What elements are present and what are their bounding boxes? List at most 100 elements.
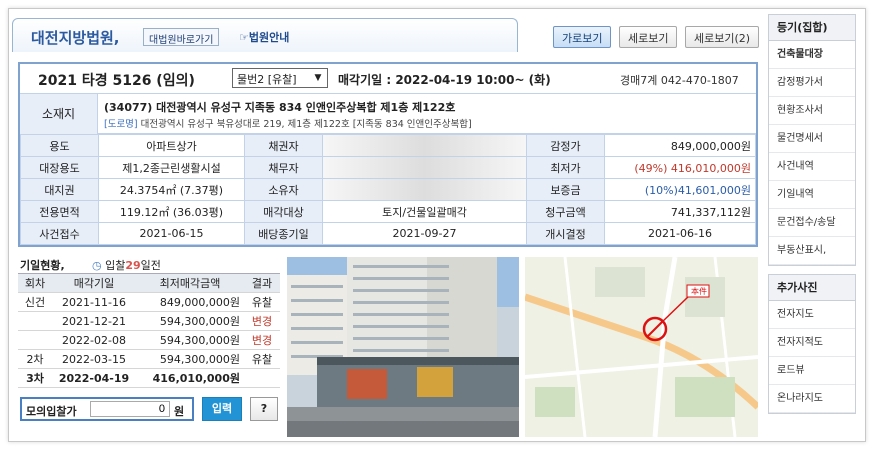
sidebar-item-survey[interactable]: 현황조사서 bbox=[769, 97, 855, 125]
sidebar-item-roadview[interactable]: 로드뷰 bbox=[769, 357, 855, 385]
label-usage: 용도 bbox=[20, 134, 99, 157]
amount: 849,000,000원 bbox=[136, 292, 244, 312]
location-map[interactable]: 本件 bbox=[525, 257, 758, 437]
enter-button[interactable]: 입력 bbox=[202, 397, 242, 421]
countdown-prefix: 입찰 bbox=[105, 259, 126, 272]
map-marker-label: 本件 bbox=[691, 286, 707, 296]
court-dept-phone: 경매7계 042-470-1807 bbox=[620, 74, 739, 87]
vertical-view-button[interactable]: 세로보기 bbox=[619, 26, 678, 48]
value-exclusive-area: 119.12㎡ (36.03평) bbox=[98, 200, 245, 223]
court-name: 대전지방법원, bbox=[31, 29, 120, 47]
round: 3차 bbox=[18, 368, 52, 388]
value-usage: 아파트상가 bbox=[98, 134, 245, 157]
label-dividend-deadline: 배당종기일 bbox=[244, 222, 323, 245]
value-sale-target: 토지/건물일괄매각 bbox=[322, 200, 527, 223]
item-select[interactable]: 물번2 [유찰] ▼ bbox=[232, 68, 328, 88]
amount: 594,300,000원 bbox=[136, 311, 244, 331]
label-owner: 소유자 bbox=[244, 178, 323, 201]
round bbox=[18, 311, 52, 331]
mock-bid-label: 모의입찰가 bbox=[26, 405, 77, 418]
location-map-image: 本件 bbox=[525, 257, 758, 437]
supreme-court-link-button[interactable]: 대법원바로가기 bbox=[143, 28, 220, 46]
label-case-received: 사건접수 bbox=[20, 222, 99, 245]
sidebar-extra-photos[interactable]: 추가사진 bbox=[769, 275, 855, 301]
extras-box: 추가사진 전자지도 전자지적도 로드뷰 온나라지도 bbox=[768, 274, 856, 414]
road-address: 대전광역시 유성구 북유성대로 219, 제1층 제122호 [지족동 834 … bbox=[140, 119, 472, 130]
value-claim-amount: 741,337,112원 bbox=[604, 200, 756, 223]
right-sidebar: 등기(집합) 건축물대장 감정평가서 현황조사서 물건명세서 사건내역 기일내역… bbox=[768, 14, 856, 422]
sidebar-item-filing[interactable]: 문건접수/송달 bbox=[769, 209, 855, 237]
details-row: 대장용도 제1,2종근린생활시설 채무자 최저가 (49%) 416,010,0… bbox=[20, 156, 756, 179]
address-line2: [도로명] 대전광역시 유성구 북유성대로 219, 제1층 제122호 [지족… bbox=[104, 116, 472, 130]
result bbox=[244, 368, 280, 388]
bidding-row: 2021-12-21 594,300,000원 변경 bbox=[18, 311, 280, 331]
header-date: 매각기일 bbox=[52, 273, 136, 293]
case-title-row: 2021 타경 5126 (임의) 물번2 [유찰] ▼ 매각기일 : 2022… bbox=[20, 64, 756, 94]
building-photo[interactable] bbox=[287, 257, 519, 437]
value-debtor-redacted bbox=[322, 156, 527, 179]
sidebar-item-statement[interactable]: 물건명세서 bbox=[769, 125, 855, 153]
label-min-price: 최저가 bbox=[526, 156, 605, 179]
bidding-row: 2차 2022-03-15 594,300,000원 유찰 bbox=[18, 349, 280, 369]
label-land-right: 대지권 bbox=[20, 178, 99, 201]
sidebar-item-cadastral-map[interactable]: 전자지적도 bbox=[769, 329, 855, 357]
details-row: 전용면적 119.12㎡ (36.03평) 매각대상 토지/건물일괄매각 청구금… bbox=[20, 200, 756, 223]
round: 2차 bbox=[18, 349, 52, 369]
bidding-header-row: 회차 매각기일 최저매각금액 결과 bbox=[18, 273, 280, 293]
round bbox=[18, 330, 52, 350]
details-row: 사건접수 2021-06-15 배당종기일 2021-09-27 개시결정 20… bbox=[20, 222, 756, 245]
sidebar-item-appraisal[interactable]: 감정평가서 bbox=[769, 69, 855, 97]
address-label: 소재지 bbox=[20, 94, 98, 134]
countdown-suffix: 일전 bbox=[140, 259, 161, 272]
date: 2022-02-08 bbox=[52, 330, 136, 350]
value-appraisal: 849,000,000원 bbox=[604, 134, 756, 157]
label-debtor: 채무자 bbox=[244, 156, 323, 179]
date: 2022-03-15 bbox=[52, 349, 136, 369]
value-commencement: 2021-06-16 bbox=[604, 222, 756, 245]
mock-bid-unit: 원 bbox=[174, 405, 185, 418]
sidebar-item-registry[interactable]: 등기(집합) bbox=[769, 15, 855, 41]
sidebar-item-e-map[interactable]: 전자지도 bbox=[769, 301, 855, 329]
value-min-price: (49%) 416,010,000원 bbox=[604, 156, 756, 179]
label-sale-target: 매각대상 bbox=[244, 200, 323, 223]
building-photo-image bbox=[287, 257, 519, 437]
header-min-amount: 최저매각금액 bbox=[136, 273, 244, 293]
value-owner-redacted bbox=[322, 178, 527, 201]
clock-icon: ◷ bbox=[92, 259, 102, 272]
details-table: 용도 아파트상가 채권자 감정가 849,000,000원 대장용도 제1,2종… bbox=[20, 134, 756, 245]
sidebar-item-building-register[interactable]: 건축물대장 bbox=[769, 41, 855, 69]
label-deposit: 보증금 bbox=[526, 178, 605, 201]
bidding-row: 신건 2021-11-16 849,000,000원 유찰 bbox=[18, 292, 280, 312]
result: 유찰 bbox=[244, 292, 280, 312]
date: 2021-11-16 bbox=[52, 292, 136, 312]
chevron-down-icon: ▼ bbox=[314, 73, 322, 83]
value-deposit: (10%)41,601,000원 bbox=[604, 178, 756, 201]
result: 변경 bbox=[244, 330, 280, 350]
sidebar-item-date-history[interactable]: 기일내역 bbox=[769, 181, 855, 209]
round: 신건 bbox=[18, 292, 52, 312]
value-creditor-redacted bbox=[322, 134, 527, 157]
date: 2022-04-19 bbox=[52, 368, 136, 388]
address-row: 소재지 (34077) 대전광역시 유성구 지족동 834 인앤인주상복합 제1… bbox=[20, 94, 756, 134]
road-name-tag: [도로명] bbox=[104, 119, 138, 130]
horizontal-view-button[interactable]: 가로보기 bbox=[553, 26, 612, 48]
label-claim-amount: 청구금액 bbox=[526, 200, 605, 223]
label-registry-usage: 대장용도 bbox=[20, 156, 99, 179]
label-commencement: 개시결정 bbox=[526, 222, 605, 245]
bidding-title: 기일현황, bbox=[20, 259, 65, 272]
bidding-row: 2022-02-08 594,300,000원 변경 bbox=[18, 330, 280, 350]
sidebar-item-onnara-map[interactable]: 온나라지도 bbox=[769, 385, 855, 413]
label-appraisal: 감정가 bbox=[526, 134, 605, 157]
vertical-view-2-button[interactable]: 세로보기(2) bbox=[685, 26, 760, 48]
bidding-table: 회차 매각기일 최저매각금액 결과 신건 2021-11-16 849,000,… bbox=[18, 273, 280, 388]
item-select-value: 물번2 [유찰] bbox=[237, 73, 297, 86]
label-exclusive-area: 전용면적 bbox=[20, 200, 99, 223]
bidding-row-current: 3차 2022-04-19 416,010,000원 bbox=[18, 368, 280, 388]
sidebar-item-property-display[interactable]: 부동산표시, bbox=[769, 237, 855, 265]
result: 변경 bbox=[244, 311, 280, 331]
sidebar-item-case-history[interactable]: 사건내역 bbox=[769, 153, 855, 181]
court-info-link[interactable]: ☞법원안내 bbox=[239, 29, 289, 45]
mock-bid-input[interactable] bbox=[90, 401, 170, 417]
help-button[interactable]: ? bbox=[250, 397, 278, 421]
value-land-right: 24.3754㎡ (7.37평) bbox=[98, 178, 245, 201]
